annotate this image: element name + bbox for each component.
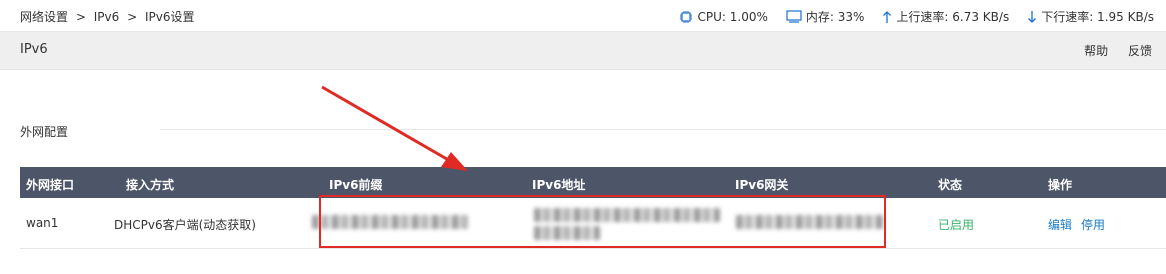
annotation-arrow xyxy=(321,85,468,171)
